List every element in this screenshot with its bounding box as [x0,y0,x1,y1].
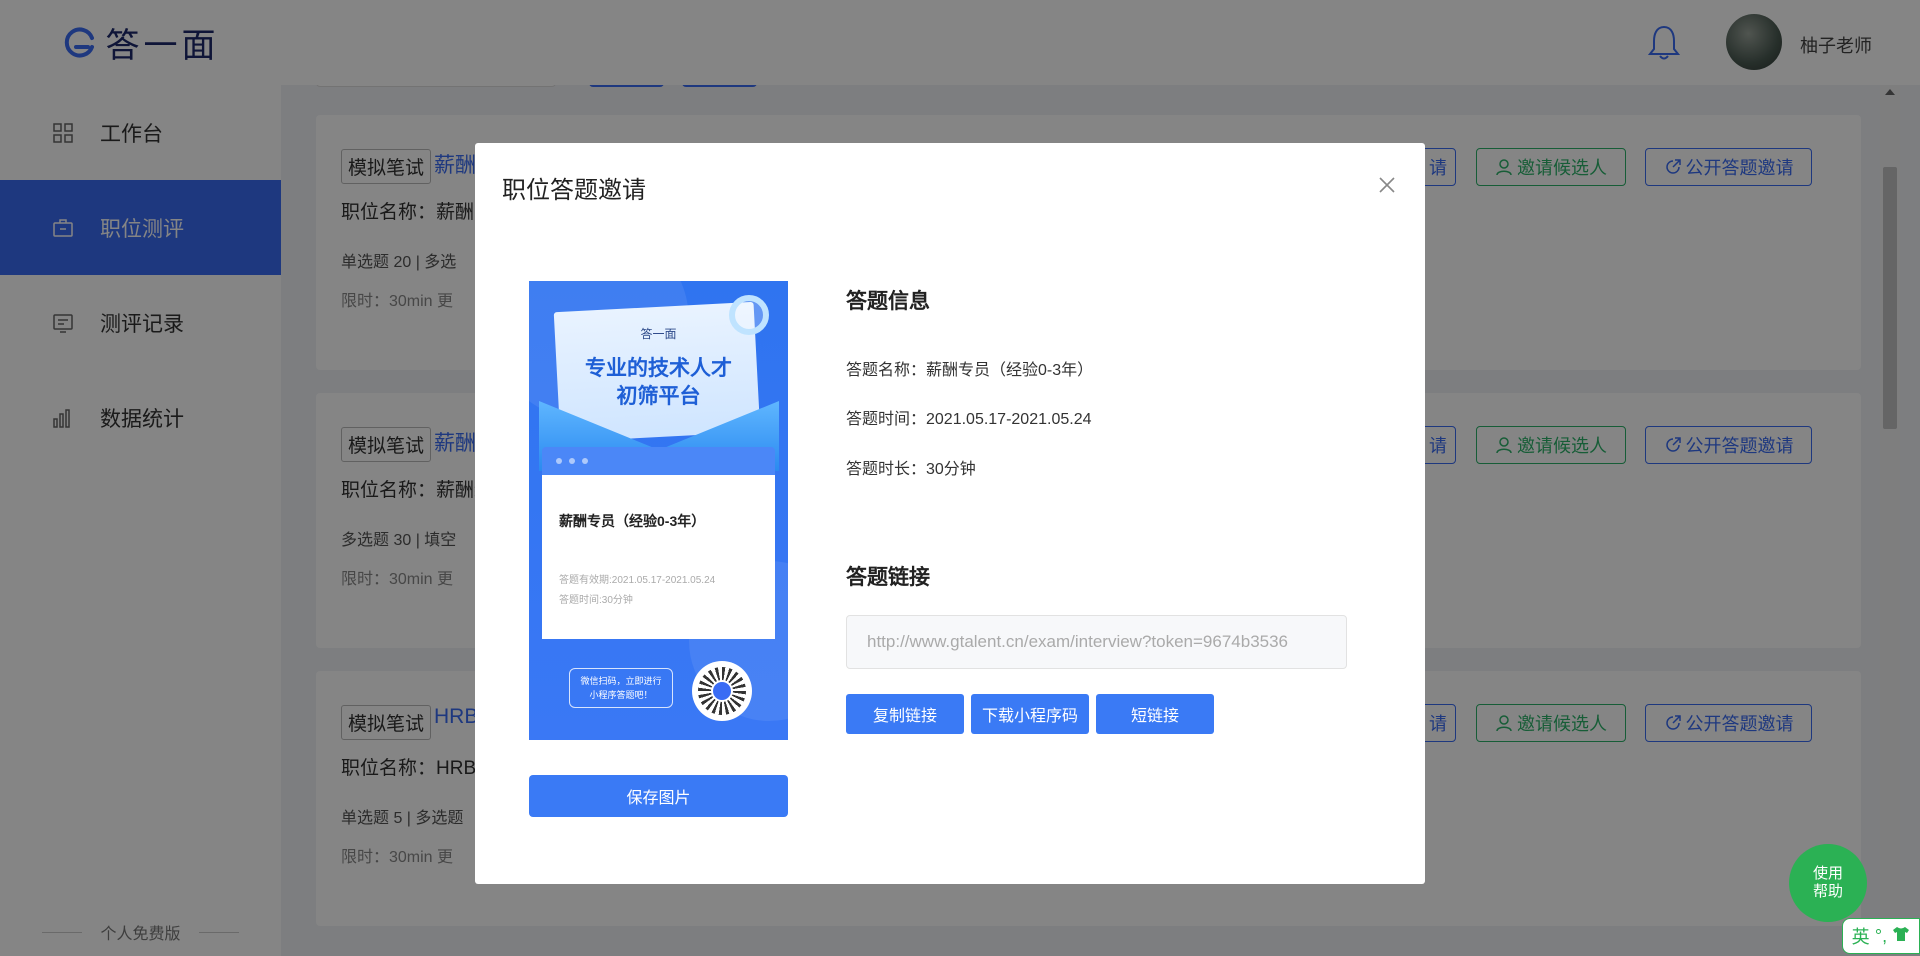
bubble-line: 小程序答题吧！ [589,690,653,700]
dot-icon [556,458,562,464]
help-button[interactable]: 使用 帮助 [1789,844,1867,922]
poster-headline-line: 专业的技术人才 [585,357,732,380]
share-poster: 答一面 专业的技术人才 初筛平台 薪酬专员（经验0-3年） 答题有效期:2021… [529,281,788,740]
dot-icon [582,458,588,464]
poster-card-time: 答题时间:30分钟 [559,595,633,606]
exam-link-input[interactable] [846,615,1347,669]
qr-code [692,661,752,721]
qr-logo-icon [711,680,733,702]
close-icon[interactable] [1377,175,1397,195]
info-duration: 答题时长：30分钟 [846,461,976,478]
job-invite-dialog: 职位答题邀请 答一面 专业的技术人才 初筛平台 薪酬专员（经验0-3年） 答题有… [475,143,1425,884]
link-section-title: 答题链接 [846,566,930,589]
download-qr-button[interactable]: 下载小程序码 [971,694,1089,734]
poster-card-valid: 答题有效期:2021.05.17-2021.05.24 [559,575,716,586]
dot-icon [569,458,575,464]
help-label: 帮助 [1812,883,1843,900]
dialog-title: 职位答题邀请 [502,177,646,204]
ime-toolbar[interactable]: 英 °, [1842,918,1920,954]
bubble-line: 微信扫码，立即进行 [580,676,662,686]
poster-card: 薪酬专员（经验0-3年） 答题有效期:2021.05.17-2021.05.24… [542,475,775,639]
help-label: 使用 [1812,865,1843,882]
poster-headline: 专业的技术人才 初筛平台 [529,355,788,411]
info-time: 答题时间：2021.05.17-2021.05.24 [846,411,1092,428]
poster-scan-bubble: 微信扫码，立即进行 小程序答题吧！ [569,668,673,708]
info-section-title: 答题信息 [846,290,930,313]
save-image-button[interactable]: 保存图片 [529,775,788,817]
magnifier-icon [729,295,769,335]
short-link-button[interactable]: 短链接 [1096,694,1214,734]
copy-link-button[interactable]: 复制链接 [846,694,964,734]
info-name: 答题名称：薪酬专员（经验0-3年） [846,362,1094,379]
poster-card-title: 薪酬专员（经验0-3年） [559,513,706,529]
ime-language[interactable]: 英 [1852,923,1870,949]
poster-headline-line: 初筛平台 [616,385,701,408]
shirt-icon[interactable] [1892,926,1910,947]
poster-card-header [542,447,775,475]
ime-punctuation[interactable]: °, [1875,926,1887,947]
